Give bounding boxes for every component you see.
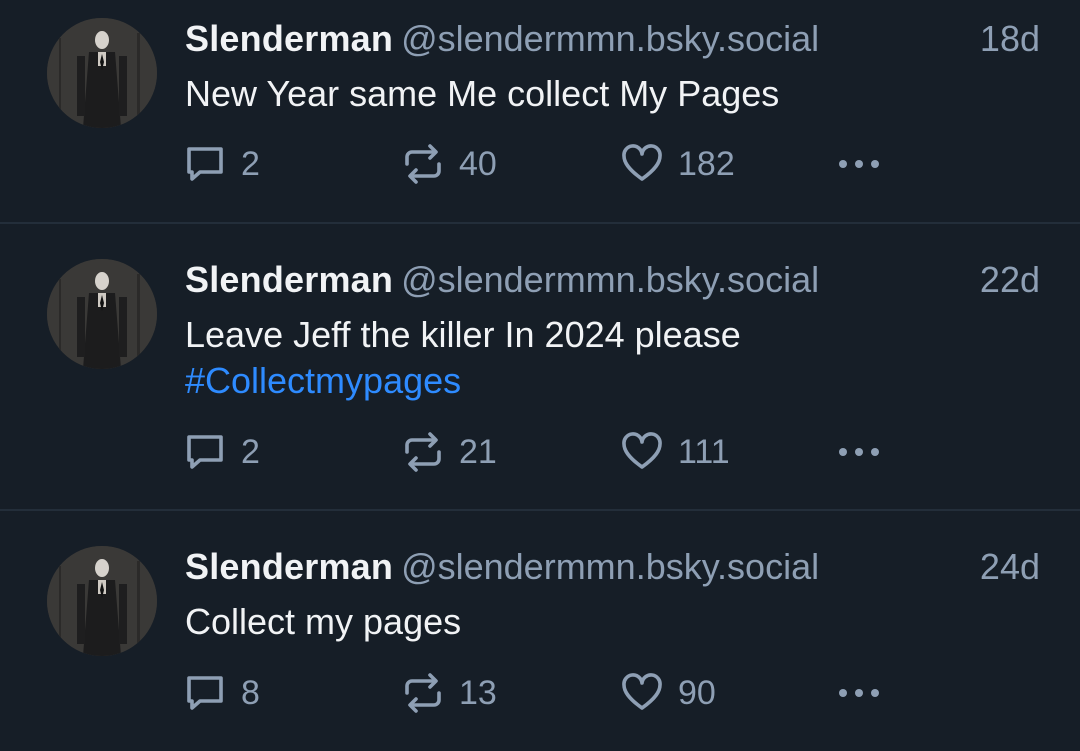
post-body: Collect my pages [185,601,462,642]
heart-icon [622,432,662,469]
post-text: Leave Jeff the killer In 2024 please #Co… [185,312,1040,404]
post[interactable]: Slenderman @slendermmn.bsky.social 24d Co… [0,511,1080,751]
repost-button[interactable]: 21 [401,427,497,477]
post-actions: 8 13 90 [183,668,903,718]
like-button[interactable]: 182 [620,139,735,189]
avatar[interactable] [47,546,157,656]
post[interactable]: Slenderman @slendermmn.bsky.social 22d Le… [0,224,1080,510]
author-name[interactable]: Slenderman [185,18,393,59]
like-count: 182 [678,144,735,183]
like-count: 111 [678,432,730,471]
repost-count: 21 [459,432,497,471]
more-dots-icon [839,160,879,168]
post[interactable]: Slenderman @slendermmn.bsky.social 18d Ne… [0,0,1080,223]
reply-count: 2 [241,432,260,471]
reply-icon [187,147,223,181]
like-button[interactable]: 111 [620,427,730,477]
repost-icon [405,673,441,713]
avatar-image [47,259,157,369]
repost-count: 40 [459,144,497,183]
author-handle[interactable]: @slendermmn.bsky.social [401,18,819,59]
post-header: Slenderman @slendermmn.bsky.social 22d [185,259,1040,309]
reply-button[interactable]: 8 [183,668,260,718]
post-header: Slenderman @slendermmn.bsky.social 18d [185,18,1040,68]
more-options-button[interactable] [835,139,883,189]
repost-icon [405,432,441,472]
post-actions: 2 40 182 [183,139,903,189]
reply-count: 8 [241,673,260,712]
post-timestamp[interactable]: 24d [980,546,1040,588]
post-body: Leave Jeff the killer In 2024 please [185,314,741,355]
hashtag-link[interactable]: #Collectmypages [185,358,1040,404]
like-count: 90 [678,673,716,712]
avatar[interactable] [47,259,157,369]
post-timestamp[interactable]: 22d [980,259,1040,301]
reply-icon [187,435,223,469]
post-actions: 2 21 111 [183,427,903,477]
post-text: Collect my pages [185,599,1040,645]
reply-icon [187,676,223,710]
feed: Slenderman @slendermmn.bsky.social 18d Ne… [0,0,1080,751]
more-options-button[interactable] [835,427,883,477]
author-name[interactable]: Slenderman [185,259,393,300]
repost-icon [405,144,441,184]
reply-button[interactable]: 2 [183,139,260,189]
author-handle[interactable]: @slendermmn.bsky.social [401,546,819,587]
post-timestamp[interactable]: 18d [980,18,1040,60]
author-handle[interactable]: @slendermmn.bsky.social [401,259,819,300]
more-dots-icon [839,448,879,456]
post-header: Slenderman @slendermmn.bsky.social 24d [185,546,1040,596]
reply-count: 2 [241,144,260,183]
author-name[interactable]: Slenderman [185,546,393,587]
reply-button[interactable]: 2 [183,427,260,477]
post-body: New Year same Me collect My Pages [185,73,780,114]
avatar-image [47,18,157,128]
repost-button[interactable]: 40 [401,139,497,189]
avatar[interactable] [47,18,157,128]
heart-icon [622,144,662,181]
more-options-button[interactable] [835,668,883,718]
repost-count: 13 [459,673,497,712]
avatar-image [47,546,157,656]
heart-icon [622,673,662,710]
like-button[interactable]: 90 [620,668,716,718]
more-dots-icon [839,689,879,697]
repost-button[interactable]: 13 [401,668,497,718]
post-text: New Year same Me collect My Pages [185,71,1040,117]
